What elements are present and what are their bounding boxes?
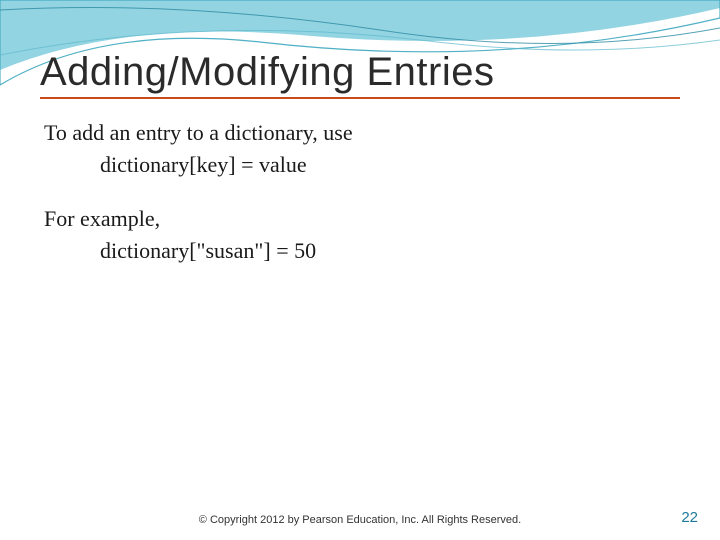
body-text: To add an entry to a dictionary, use dic…	[40, 117, 680, 267]
page-number: 22	[681, 509, 698, 526]
body-line-3: For example,	[44, 206, 160, 231]
slide-content: Adding/Modifying Entries To add an entry…	[0, 0, 720, 267]
body-line-1: To add an entry to a dictionary, use	[44, 120, 353, 145]
title-underline	[40, 97, 680, 99]
body-line-4: dictionary["susan"] = 50	[44, 235, 680, 267]
copyright-footer: © Copyright 2012 by Pearson Education, I…	[0, 514, 720, 526]
body-line-2: dictionary[key] = value	[44, 149, 680, 181]
slide-title: Adding/Modifying Entries	[40, 50, 680, 95]
